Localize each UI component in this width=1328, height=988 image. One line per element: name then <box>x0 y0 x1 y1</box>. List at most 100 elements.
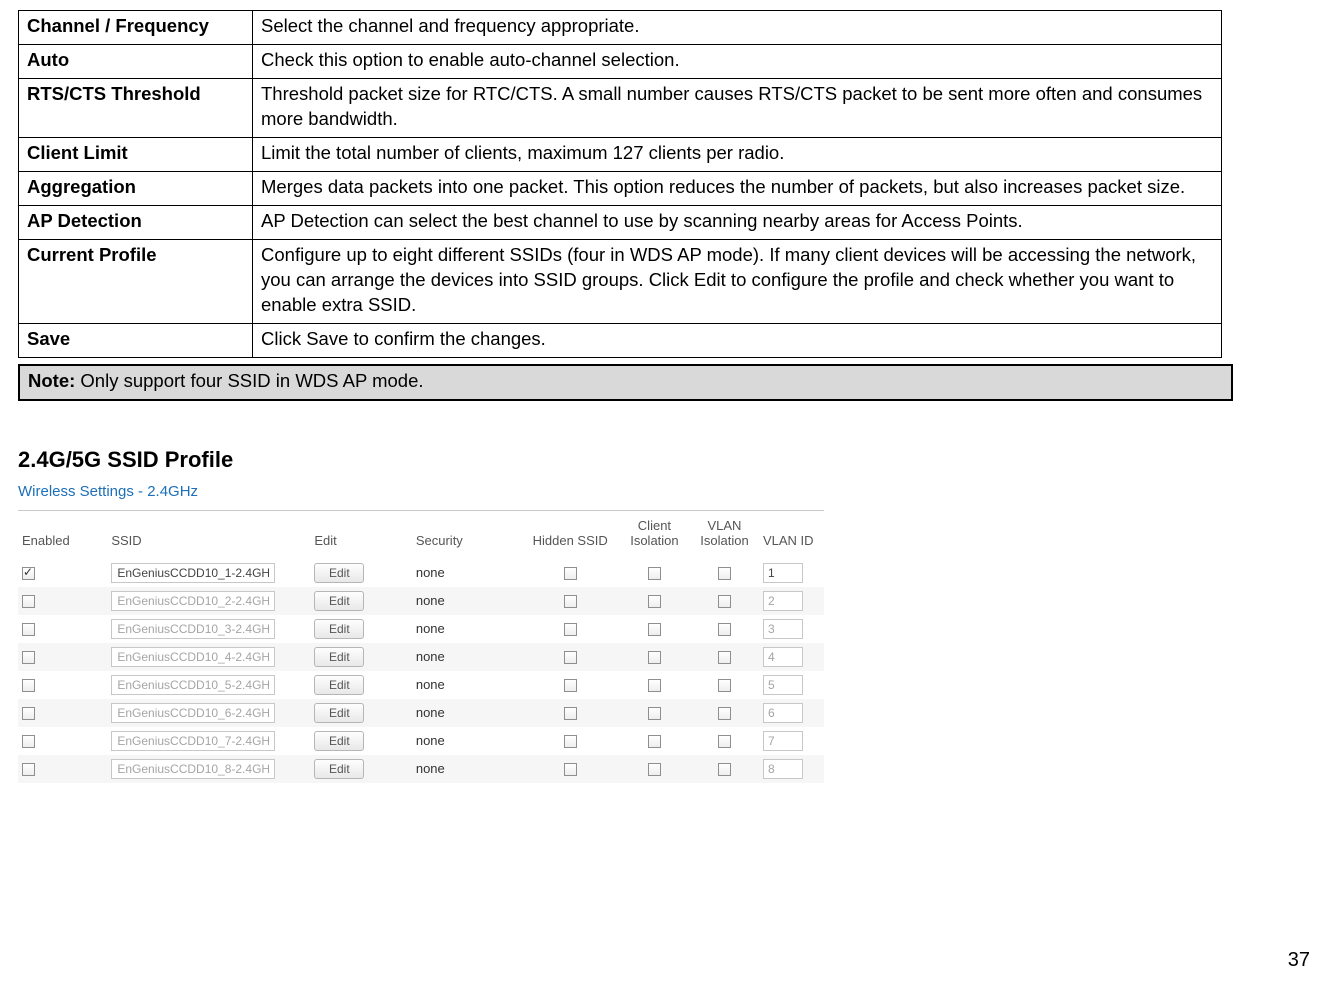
parameters-table: Channel / FrequencySelect the channel an… <box>18 10 1222 358</box>
ssid-input[interactable] <box>111 703 275 723</box>
param-key: AP Detection <box>19 205 253 239</box>
enabled-checkbox[interactable] <box>22 735 35 748</box>
note-text: Only support four SSID in WDS AP mode. <box>75 370 423 391</box>
col-enabled: Enabled <box>18 513 107 559</box>
ssid-row: Edit none <box>18 643 824 671</box>
hidden-ssid-checkbox[interactable] <box>564 707 577 720</box>
ssid-input[interactable] <box>111 759 275 779</box>
client-isolation-checkbox[interactable] <box>648 679 661 692</box>
col-ssid: SSID <box>107 513 310 559</box>
note-label: Note: <box>28 370 75 391</box>
param-value: Check this option to enable auto-channel… <box>253 44 1222 78</box>
enabled-checkbox[interactable] <box>22 763 35 776</box>
client-isolation-checkbox[interactable] <box>648 763 661 776</box>
client-isolation-checkbox[interactable] <box>648 623 661 636</box>
vlan-isolation-checkbox[interactable] <box>718 707 731 720</box>
edit-button[interactable]: Edit <box>314 591 364 611</box>
vlan-isolation-checkbox[interactable] <box>718 623 731 636</box>
param-value: Merges data packets into one packet. Thi… <box>253 171 1222 205</box>
ssid-row: Edit none <box>18 671 824 699</box>
col-vlan-isolation: VLAN Isolation <box>690 513 759 559</box>
ssid-input[interactable] <box>111 675 275 695</box>
vlan-id-input[interactable] <box>763 591 803 611</box>
param-row: Client LimitLimit the total number of cl… <box>19 137 1222 171</box>
vlan-id-input[interactable] <box>763 619 803 639</box>
ssid-input[interactable] <box>111 619 275 639</box>
edit-button[interactable]: Edit <box>314 563 364 583</box>
param-value: AP Detection can select the best channel… <box>253 205 1222 239</box>
param-value: Threshold packet size for RTC/CTS. A sma… <box>253 78 1222 137</box>
client-isolation-checkbox[interactable] <box>648 735 661 748</box>
hidden-ssid-checkbox[interactable] <box>564 679 577 692</box>
edit-button[interactable]: Edit <box>314 675 364 695</box>
enabled-checkbox[interactable] <box>22 595 35 608</box>
col-edit: Edit <box>310 513 412 559</box>
enabled-checkbox[interactable] <box>22 651 35 664</box>
param-key: Channel / Frequency <box>19 11 253 45</box>
ssid-row: Edit none <box>18 587 824 615</box>
ssid-row: Edit none <box>18 559 824 587</box>
client-isolation-checkbox[interactable] <box>648 651 661 664</box>
ssid-panel-title: Wireless Settings - 2.4GHz <box>18 483 824 500</box>
vlan-isolation-checkbox[interactable] <box>718 651 731 664</box>
vlan-isolation-checkbox[interactable] <box>718 567 731 580</box>
client-isolation-checkbox[interactable] <box>648 595 661 608</box>
enabled-checkbox[interactable] <box>22 623 35 636</box>
param-key: RTS/CTS Threshold <box>19 78 253 137</box>
vlan-isolation-checkbox[interactable] <box>718 735 731 748</box>
page-number: 37 <box>1288 949 1310 972</box>
enabled-checkbox[interactable] <box>22 679 35 692</box>
param-row: AutoCheck this option to enable auto-cha… <box>19 44 1222 78</box>
param-key: Client Limit <box>19 137 253 171</box>
hidden-ssid-checkbox[interactable] <box>564 567 577 580</box>
edit-button[interactable]: Edit <box>314 647 364 667</box>
ssid-input[interactable] <box>111 647 275 667</box>
ssid-row: Editnone <box>18 699 824 727</box>
hidden-ssid-checkbox[interactable] <box>564 623 577 636</box>
ssid-row: Editnone <box>18 727 824 755</box>
vlan-isolation-checkbox[interactable] <box>718 595 731 608</box>
ssid-profile-panel: Wireless Settings - 2.4GHz Enabled SSID … <box>18 483 824 783</box>
param-value: Click Save to confirm the changes. <box>253 323 1222 357</box>
param-row: RTS/CTS ThresholdThreshold packet size f… <box>19 78 1222 137</box>
client-isolation-checkbox[interactable] <box>648 567 661 580</box>
vlan-isolation-checkbox[interactable] <box>718 763 731 776</box>
vlan-id-input[interactable] <box>763 647 803 667</box>
edit-button[interactable]: Edit <box>314 703 364 723</box>
ssid-input[interactable] <box>111 563 275 583</box>
hidden-ssid-checkbox[interactable] <box>564 651 577 664</box>
security-value: none <box>416 565 445 580</box>
ssid-input[interactable] <box>111 731 275 751</box>
ssid-row: Edit none <box>18 615 824 643</box>
ssid-input[interactable] <box>111 591 275 611</box>
param-value: Select the channel and frequency appropr… <box>253 11 1222 45</box>
enabled-checkbox[interactable] <box>22 567 35 580</box>
param-key: Auto <box>19 44 253 78</box>
edit-button[interactable]: Edit <box>314 619 364 639</box>
enabled-checkbox[interactable] <box>22 707 35 720</box>
param-row: AggregationMerges data packets into one … <box>19 171 1222 205</box>
col-client-isolation: Client Isolation <box>619 513 690 559</box>
security-value: none <box>416 593 445 608</box>
param-key: Aggregation <box>19 171 253 205</box>
vlan-id-input[interactable] <box>763 675 803 695</box>
security-value: none <box>416 677 445 692</box>
ssid-row: Editnone <box>18 755 824 783</box>
client-isolation-checkbox[interactable] <box>648 707 661 720</box>
col-vlan-id: VLAN ID <box>759 513 824 559</box>
edit-button[interactable]: Edit <box>314 731 364 751</box>
param-row: Channel / FrequencySelect the channel an… <box>19 11 1222 45</box>
edit-button[interactable]: Edit <box>314 759 364 779</box>
param-row: Current ProfileConfigure up to eight dif… <box>19 239 1222 323</box>
param-value: Configure up to eight different SSIDs (f… <box>253 239 1222 323</box>
vlan-id-input[interactable] <box>763 563 803 583</box>
hidden-ssid-checkbox[interactable] <box>564 595 577 608</box>
security-value: none <box>416 621 445 636</box>
hidden-ssid-checkbox[interactable] <box>564 735 577 748</box>
vlan-isolation-checkbox[interactable] <box>718 679 731 692</box>
vlan-id-input[interactable] <box>763 703 803 723</box>
hidden-ssid-checkbox[interactable] <box>564 763 577 776</box>
security-value: none <box>416 649 445 664</box>
vlan-id-input[interactable] <box>763 731 803 751</box>
vlan-id-input[interactable] <box>763 759 803 779</box>
